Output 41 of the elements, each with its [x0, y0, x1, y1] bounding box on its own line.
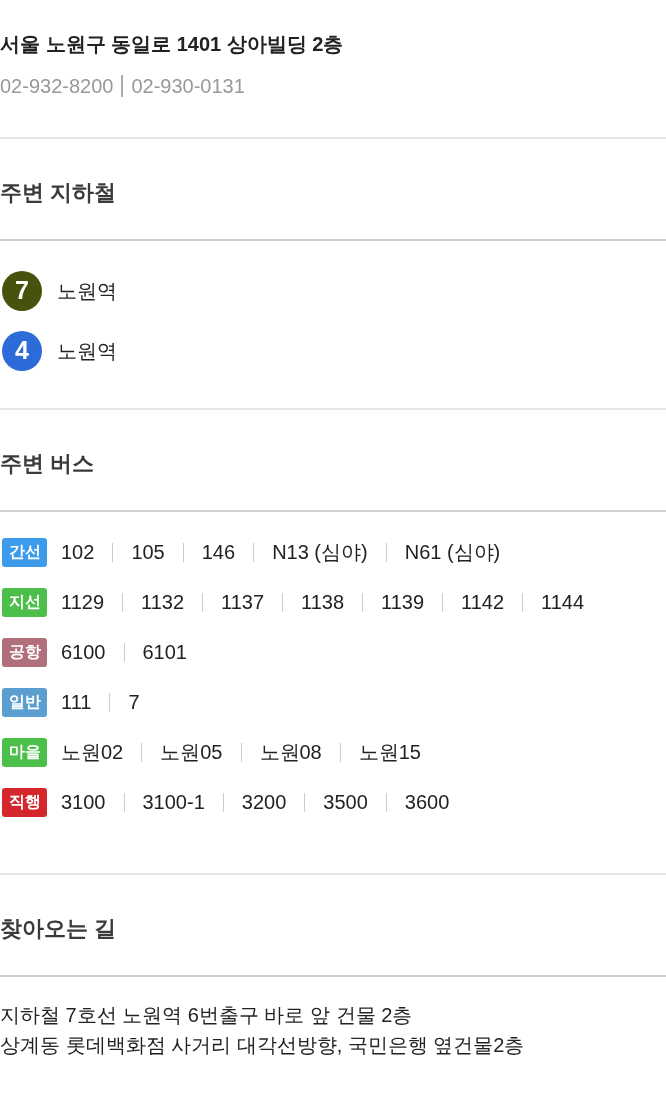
bus-route-number[interactable]: 1139 — [381, 587, 425, 617]
bus-route-number[interactable]: 3600 — [404, 787, 450, 817]
bus-type-badge: 일반 — [2, 687, 47, 717]
bus-route-number[interactable]: 1129 — [61, 587, 104, 617]
bus-route-number[interactable]: 7 — [128, 687, 140, 717]
bus-route-number[interactable]: 1142 — [461, 587, 505, 617]
bus-route-number[interactable]: 105 — [131, 537, 165, 567]
bus-route-number[interactable]: 3100-1 — [142, 787, 205, 817]
bus-route-number[interactable]: 노원02 — [61, 737, 124, 767]
bus-route-number[interactable]: 111 — [61, 687, 92, 717]
bus-type-badge: 직행 — [2, 787, 47, 817]
bus-route-number[interactable]: 노원08 — [259, 737, 322, 767]
bus-route-number[interactable]: 3200 — [241, 787, 287, 817]
bus-route-number[interactable]: 6100 — [61, 637, 106, 667]
bus-type-badge: 마을 — [2, 737, 47, 767]
bus-route-number[interactable]: N61 (심야) — [404, 537, 501, 567]
bus-type-badge: 지선 — [2, 587, 47, 617]
subway-line-badge: 7 — [2, 271, 42, 311]
bus-route-number[interactable]: 노원15 — [358, 737, 421, 767]
subway-line-badge: 4 — [2, 331, 42, 371]
station-name[interactable]: 노원역 — [57, 336, 117, 366]
bus-route-number[interactable]: N13 (심야) — [272, 537, 368, 567]
bus-route-number[interactable]: 3500 — [323, 787, 368, 817]
station-name[interactable]: 노원역 — [57, 276, 117, 306]
bus-route-number[interactable]: 3100 — [61, 787, 106, 817]
section-title: 주변 지하철 — [0, 179, 117, 207]
bus-route-number[interactable]: 노원05 — [160, 737, 223, 767]
bus-route-number[interactable]: 6101 — [142, 637, 187, 667]
bus-route-number[interactable]: 102 — [61, 537, 95, 567]
bus-type-badge: 간선 — [2, 537, 47, 567]
bus-route-number[interactable]: 1132 — [141, 587, 185, 617]
section-title: 주변 버스 — [0, 450, 95, 478]
directions-text: 지하철 7호선 노원역 6번출구 바로 앞 건물 2층 — [0, 1003, 413, 1028]
bus-route-number[interactable]: 1138 — [301, 587, 345, 617]
bus-type-badge: 공항 — [2, 637, 47, 667]
bus-route-number[interactable]: 1144 — [541, 587, 585, 617]
bus-route-number[interactable]: 1137 — [221, 587, 265, 617]
directions-text: 상계동 롯데백화점 사거리 대각선방향, 국민은행 옆건물2층 — [0, 1033, 525, 1058]
address-text: 서울 노원구 동일로 1401 상아빌딩 2층 — [0, 32, 344, 57]
section-title: 찾아오는 길 — [0, 915, 117, 943]
bus-route-number[interactable]: 146 — [201, 537, 236, 567]
